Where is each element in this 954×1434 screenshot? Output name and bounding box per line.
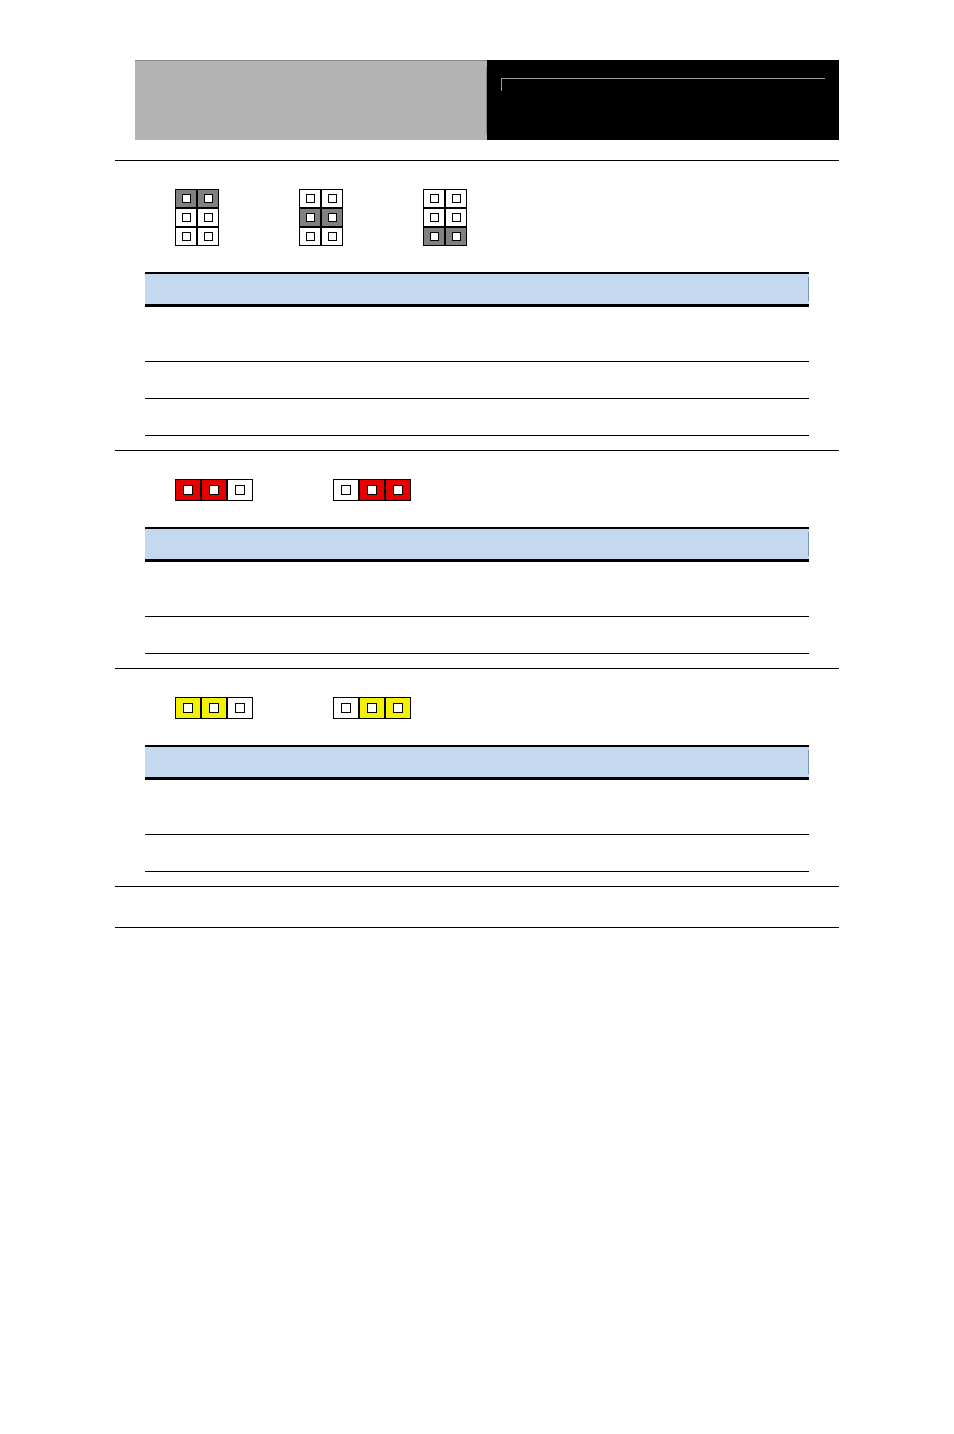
grid-icon-middle-shaded — [299, 189, 343, 246]
table-row — [145, 580, 809, 617]
table-header — [145, 527, 809, 562]
table-block-1 — [145, 272, 809, 436]
row-icon-yellow-right — [333, 697, 411, 719]
table-header — [145, 272, 809, 307]
red-icons-row — [115, 461, 839, 509]
header-left-panel — [135, 60, 487, 140]
table-row — [145, 399, 809, 436]
table-row — [145, 835, 809, 872]
header-inset-line — [501, 78, 825, 91]
grid-icon-bottom-shaded — [423, 189, 467, 246]
page-header — [135, 60, 839, 140]
section-red — [115, 451, 839, 669]
row-icon-red-right — [333, 479, 411, 501]
footer-rule — [115, 927, 839, 928]
table-block-2 — [145, 527, 809, 654]
header-right-panel — [487, 60, 839, 140]
section-grids — [115, 161, 839, 451]
grid-icons-row — [115, 171, 839, 254]
table-row — [145, 617, 809, 654]
row-icon-red-left — [175, 479, 253, 501]
section-yellow — [115, 669, 839, 887]
yellow-icons-row — [115, 679, 839, 727]
table-header — [145, 745, 809, 780]
row-icon-yellow-left — [175, 697, 253, 719]
grid-icon-top-shaded — [175, 189, 219, 246]
table-block-3 — [145, 745, 809, 872]
table-row — [145, 362, 809, 399]
table-row — [145, 325, 809, 362]
table-row — [145, 798, 809, 835]
